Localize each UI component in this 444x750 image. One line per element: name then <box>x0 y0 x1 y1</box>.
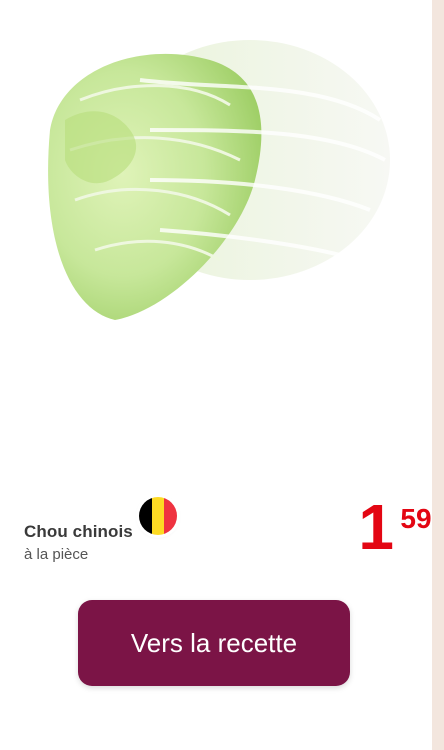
chinese-cabbage-image <box>48 40 390 320</box>
flag-stripe-red <box>164 497 177 535</box>
recipe-button[interactable]: Vers la recette <box>78 600 350 686</box>
product-info: Chou chinois à la pièce <box>24 522 133 563</box>
price-euros: 1 <box>358 491 394 563</box>
flag-stripe-yellow <box>151 497 165 535</box>
flag-stripe-black <box>139 497 152 535</box>
product-card: Chou chinois à la pièce 1 59 Vers la rec… <box>0 0 432 750</box>
price-cents: 59 <box>400 503 432 534</box>
belgium-flag-icon <box>139 497 177 535</box>
scroll-edge <box>432 0 444 750</box>
price: 1 59 <box>358 495 431 559</box>
product-name: Chou chinois <box>24 522 133 541</box>
product-unit: à la pièce <box>24 546 89 563</box>
